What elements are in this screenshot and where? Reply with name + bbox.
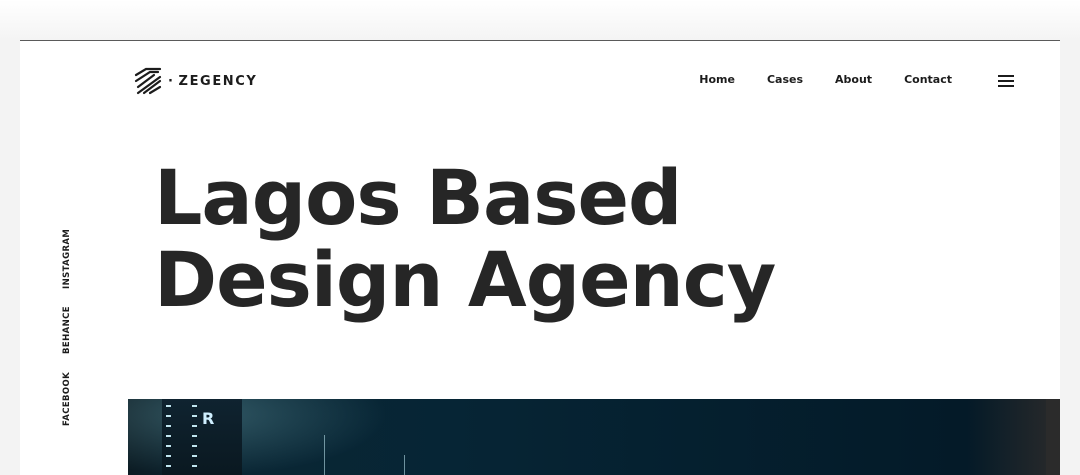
building-sign: R [202,409,215,428]
brand-logo[interactable]: · ZEGENCY [132,65,257,97]
tower-window-light [192,445,197,447]
image-right-edge [1046,399,1060,475]
tower-window-light [166,405,171,407]
nav-home-link[interactable]: Home [699,73,735,86]
tower-window-light [166,445,171,447]
nav-cases-link[interactable]: Cases [767,73,803,86]
tower-window-light [192,415,197,417]
hero-title-line-1: Lagos Based [154,153,682,242]
tower-window-light [166,415,171,417]
social-links: INSTAGRAM BEHANCE FACEBOOK [62,221,86,431]
tower-window-light [192,455,197,457]
nav-contact-link[interactable]: Contact [904,73,952,86]
tower-window-light [166,435,171,437]
tower-window-light [192,465,197,467]
browser-top-area [0,0,1080,40]
social-facebook-link[interactable]: FACEBOOK [62,372,72,426]
hamburger-menu-icon[interactable] [998,75,1014,87]
nav-about-link[interactable]: About [835,73,872,86]
social-instagram-link[interactable]: INSTAGRAM [62,229,72,289]
hero-title: Lagos Based Design Agency [154,153,776,324]
tower-window-light [166,455,171,457]
tower-window-light [166,465,171,467]
tower-window-light [192,435,197,437]
tower-window-light [166,425,171,427]
distant-spire [404,455,405,475]
tower-window-light [192,425,197,427]
menu-line [998,85,1014,87]
page-container: · ZEGENCY Home Cases About Contact Lagos… [20,40,1060,475]
building-tower: R [162,399,242,475]
hero-title-line-2: Design Agency [154,235,776,324]
tower-window-light [192,405,197,407]
brand-separator: · [168,73,175,89]
hero-image: R [128,399,1060,475]
brand-name: ZEGENCY [178,73,258,89]
distant-spire [324,435,325,475]
social-behance-link[interactable]: BEHANCE [62,306,72,354]
menu-line [998,80,1014,82]
main-nav: Home Cases About Contact [699,73,952,86]
menu-line [998,75,1014,77]
zegency-logo-icon [134,67,162,95]
